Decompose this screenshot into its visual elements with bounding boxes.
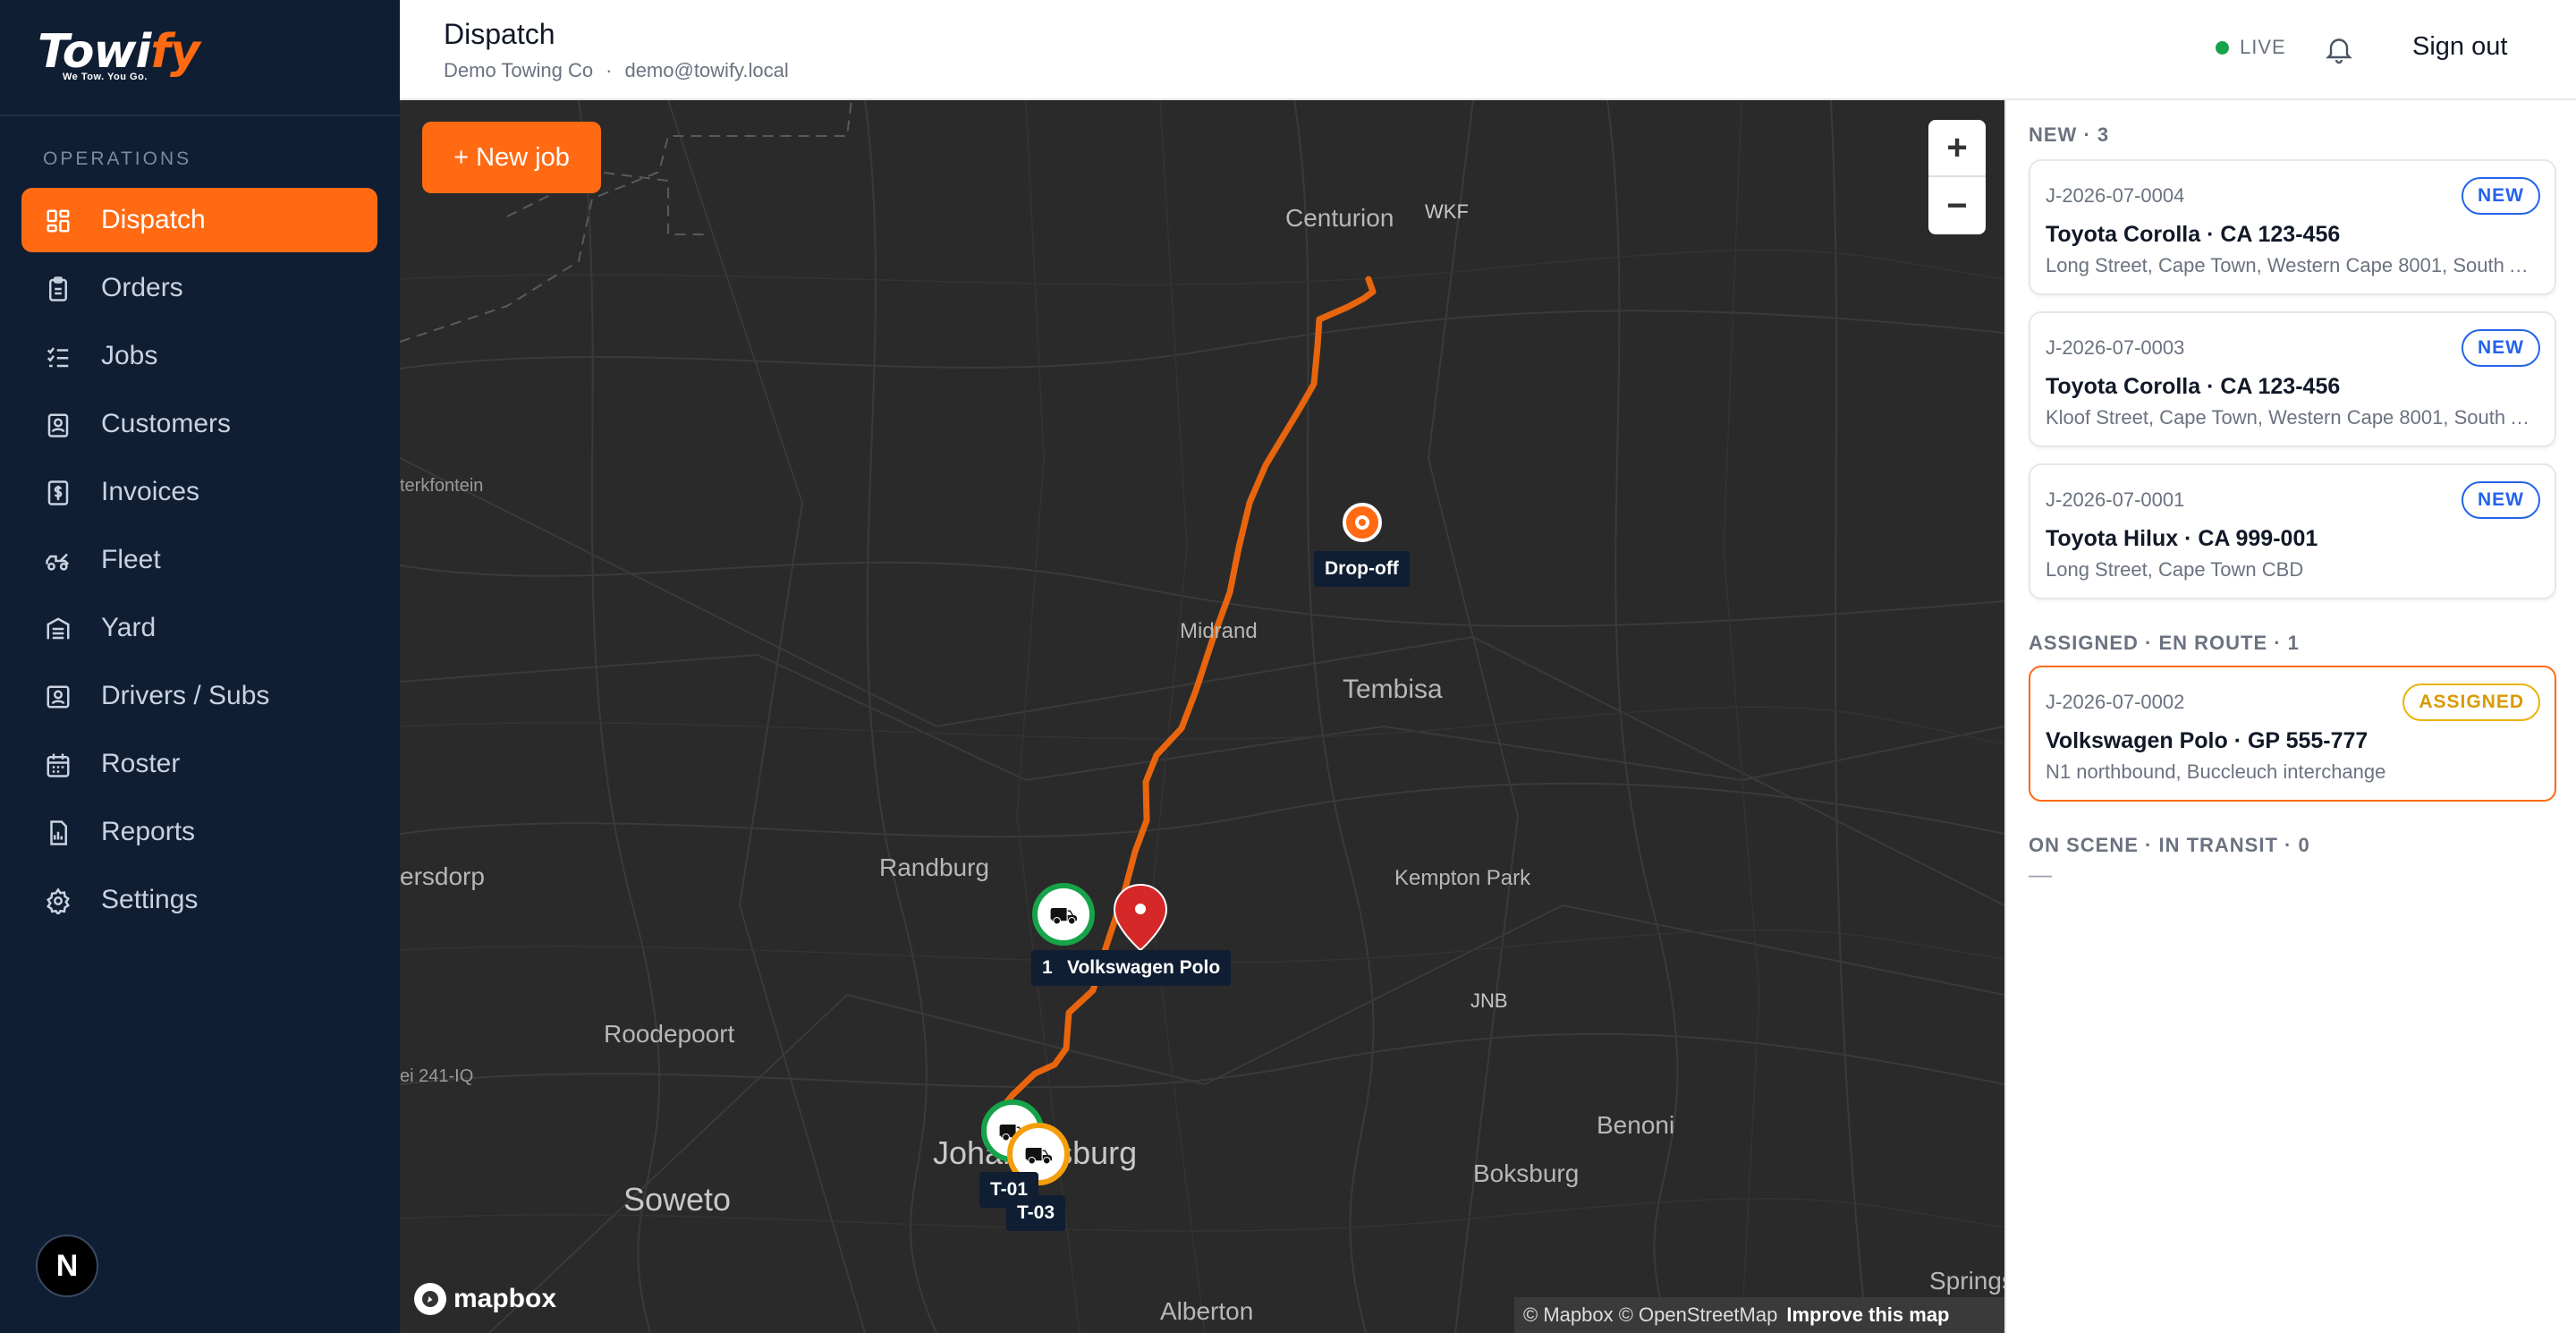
job-card[interactable]: J-2026-07-0001 NEW Toyota Hilux · CA 999…: [2029, 463, 2556, 599]
live-indicator: LIVE: [2216, 36, 2286, 59]
page-subtitle: Demo Towing Co · demo@towify.local: [444, 59, 789, 82]
user-email: demo@towify.local: [624, 59, 789, 81]
sign-out-button[interactable]: Sign out: [2412, 32, 2507, 62]
tow-truck-icon: [46, 553, 70, 571]
sidebar-item-roster[interactable]: Roster: [21, 732, 377, 796]
contact-card-icon: [47, 413, 69, 437]
new-job-button[interactable]: + New job: [422, 122, 601, 193]
logo-tagline: We Tow. You Go.: [63, 72, 148, 82]
sidebar-item-label: Yard: [101, 613, 157, 642]
job-card[interactable]: J-2026-07-0003 NEW Toyota Corolla · CA 1…: [2029, 311, 2556, 447]
sidebar-item-label: Settings: [101, 885, 199, 914]
logo-name-accent: fy: [150, 25, 200, 79]
sidebar-item-fleet[interactable]: Fleet: [21, 528, 377, 592]
mapbox-wordmark: mapbox: [453, 1284, 557, 1313]
sidebar-item-label: Customers: [101, 409, 232, 438]
report-document-icon: [50, 820, 67, 845]
job-address: Long Street, Cape Town CBD: [2046, 558, 2304, 581]
zoom-controls: + −: [1928, 120, 1986, 234]
towify-logo[interactable]: Towify We Tow. You Go.: [38, 25, 200, 88]
sidebar-item-drivers-subs[interactable]: Drivers / Subs: [21, 664, 377, 728]
gear-icon: [47, 887, 70, 914]
job-address: Long Street, Cape Town, Western Cape 800…: [2046, 254, 2538, 276]
sidebar-item-jobs[interactable]: Jobs: [21, 324, 377, 388]
sidebar-item-label: Invoices: [101, 477, 200, 506]
section-label-operations: OPERATIONS: [43, 149, 192, 169]
vehicle-label: Volkswagen Polo: [1056, 950, 1232, 986]
improve-map-link[interactable]: Improve this map: [1786, 1303, 1949, 1327]
user-badge-icon: [47, 685, 70, 709]
job-card[interactable]: J-2026-07-0004 NEW Toyota Corolla · CA 1…: [2029, 159, 2556, 295]
logo-name: Towi: [38, 25, 151, 79]
group-label-new: NEW · 3: [2029, 123, 2110, 146]
clipboard-icon: [49, 276, 67, 301]
group-label-on-scene: ON SCENE · IN TRANSIT · 0: [2029, 834, 2310, 856]
job-vehicle: Toyota Corolla · CA 123-456: [2046, 222, 2341, 247]
status-badge: NEW: [2462, 481, 2540, 519]
sidebar-item-yard[interactable]: Yard: [21, 596, 377, 660]
bell-icon[interactable]: [2323, 32, 2355, 66]
sidebar-item-dispatch[interactable]: Dispatch: [21, 188, 377, 252]
job-address: N1 northbound, Buccleuch interchange: [2046, 760, 2386, 783]
mapbox-icon: [414, 1283, 446, 1315]
zoom-out-button[interactable]: −: [1928, 177, 1986, 234]
calendar-icon: [47, 753, 70, 777]
job-vehicle: Volkswagen Polo · GP 555-777: [2046, 728, 2368, 753]
status-badge: NEW: [2462, 177, 2540, 215]
sidebar-item-reports[interactable]: Reports: [21, 800, 377, 864]
svg-text:⛟: ⛟: [1024, 1142, 1054, 1169]
map-attribution: © Mapbox © OpenStreetMap Improve this ma…: [1514, 1297, 2004, 1333]
sidebar-item-customers[interactable]: Customers: [21, 392, 377, 456]
mapbox-logo[interactable]: mapbox: [414, 1283, 556, 1315]
job-address: Kloof Street, Cape Town, Western Cape 80…: [2046, 406, 2538, 429]
dispatch-map[interactable]: ⛟ ⛟ ⛟ Centurion WKF terkfontein Midrand …: [400, 100, 2004, 1333]
company-name: Demo Towing Co: [444, 59, 594, 81]
checklist-icon: [47, 347, 69, 368]
sidebar-item-label: Reports: [101, 817, 196, 846]
group-label-assigned: ASSIGNED · EN ROUTE · 1: [2029, 632, 2300, 654]
sidebar: Towify We Tow. You Go. OPERATIONS Dispat…: [0, 0, 400, 1333]
attribution-text[interactable]: © Mapbox © OpenStreetMap: [1523, 1303, 1777, 1327]
job-vehicle: Toyota Hilux · CA 999-001: [2046, 526, 2318, 551]
sidebar-divider: [0, 115, 400, 116]
job-id: J-2026-07-0001: [2046, 488, 2185, 511]
job-card[interactable]: J-2026-07-0002 ASSIGNED Volkswagen Polo …: [2029, 666, 2556, 802]
empty-placeholder: —: [2029, 861, 2052, 887]
marker-overlay: ⛟ ⛟: [981, 1100, 1070, 1185]
sidebar-item-label: Orders: [101, 273, 183, 302]
status-badge: ASSIGNED: [2402, 683, 2540, 721]
sidebar-item-orders[interactable]: Orders: [21, 256, 377, 320]
sidebar-item-label: Roster: [101, 749, 181, 778]
sidebar-item-label: Dispatch: [101, 205, 206, 234]
dropoff-label: Drop-off: [1314, 551, 1410, 587]
status-badge: NEW: [2462, 329, 2540, 367]
warehouse-icon: [47, 617, 70, 640]
sidebar-item-settings[interactable]: Settings: [21, 868, 377, 932]
sidebar-item-invoices[interactable]: Invoices: [21, 460, 377, 524]
truck-label-t03: T-03: [1006, 1195, 1066, 1231]
jobs-panel: NEW · 3 J-2026-07-0004 NEW Toyota Coroll…: [2004, 100, 2576, 1333]
job-id: J-2026-07-0004: [2046, 184, 2185, 207]
live-label: LIVE: [2240, 36, 2286, 58]
zoom-in-button[interactable]: +: [1928, 120, 1986, 177]
avatar[interactable]: N: [36, 1235, 98, 1297]
sidebar-nav: Dispatch Orders Jobs Customers Invoices …: [21, 188, 377, 936]
dashboard-grid-icon: [47, 209, 70, 233]
sidebar-item-label: Drivers / Subs: [101, 681, 270, 710]
job-id: J-2026-07-0002: [2046, 691, 2185, 713]
page-header: Dispatch Demo Towing Co · demo@towify.loca…: [400, 0, 2576, 100]
job-id: J-2026-07-0003: [2046, 336, 2185, 359]
live-status-dot: [2216, 40, 2229, 55]
sidebar-item-label: Jobs: [101, 341, 158, 370]
subtitle-separator: ·: [606, 59, 613, 81]
dollar-document-icon: [47, 480, 69, 505]
sidebar-item-label: Fleet: [101, 545, 161, 574]
job-vehicle: Toyota Corolla · CA 123-456: [2046, 374, 2341, 399]
page-title: Dispatch: [444, 18, 555, 50]
